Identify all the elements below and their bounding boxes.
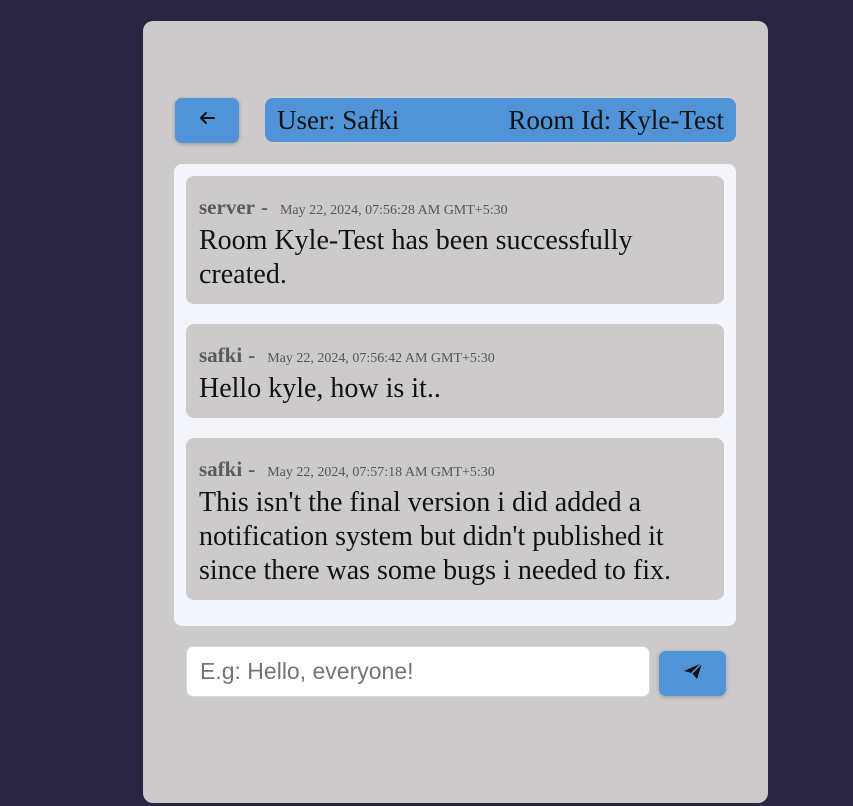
paper-plane-icon bbox=[683, 662, 703, 685]
message-text: This isn't the final version i did added… bbox=[199, 487, 671, 586]
chat-card: User: Safki Room Id: Kyle-Test server - … bbox=[143, 21, 768, 803]
message-input[interactable] bbox=[187, 647, 649, 696]
message-separator: - bbox=[248, 343, 256, 367]
message-timestamp: May 22, 2024, 07:56:28 AM GMT+5:30 bbox=[279, 203, 508, 218]
message-sender: safki bbox=[199, 457, 243, 481]
message-header: server - May 22, 2024, 07:56:28 AM GMT+5… bbox=[199, 196, 711, 222]
message-timestamp: May 22, 2024, 07:56:42 AM GMT+5:30 bbox=[267, 351, 495, 366]
room-id-label: Room Id: Kyle-Test bbox=[508, 104, 724, 135]
message-timestamp: May 22, 2024, 07:57:18 AM GMT+5:30 bbox=[267, 465, 495, 480]
message-text: Hello kyle, how is it.. bbox=[199, 373, 441, 404]
message-item: safki - May 22, 2024, 07:56:42 AM GMT+5:… bbox=[186, 324, 724, 418]
arrow-left-icon bbox=[198, 111, 216, 130]
message-separator: - bbox=[248, 457, 256, 481]
message-header: safki - May 22, 2024, 07:56:42 AM GMT+5:… bbox=[199, 344, 711, 370]
message-sender: safki bbox=[199, 343, 243, 367]
back-button[interactable] bbox=[175, 98, 239, 143]
message-input-wrapper bbox=[186, 646, 650, 697]
message-text: Room Kyle-Test has been successfully cre… bbox=[199, 225, 633, 290]
message-list[interactable]: server - May 22, 2024, 07:56:28 AM GMT+5… bbox=[174, 164, 736, 626]
message-sender: server bbox=[199, 195, 255, 219]
user-label: User: Safki bbox=[277, 104, 400, 135]
message-item: server - May 22, 2024, 07:56:28 AM GMT+5… bbox=[186, 176, 724, 304]
message-header: safki - May 22, 2024, 07:57:18 AM GMT+5:… bbox=[199, 458, 711, 484]
send-button[interactable] bbox=[659, 651, 726, 696]
message-separator: - bbox=[260, 195, 268, 219]
room-header: User: Safki Room Id: Kyle-Test bbox=[265, 98, 736, 142]
message-item: safki - May 22, 2024, 07:57:18 AM GMT+5:… bbox=[186, 438, 724, 600]
